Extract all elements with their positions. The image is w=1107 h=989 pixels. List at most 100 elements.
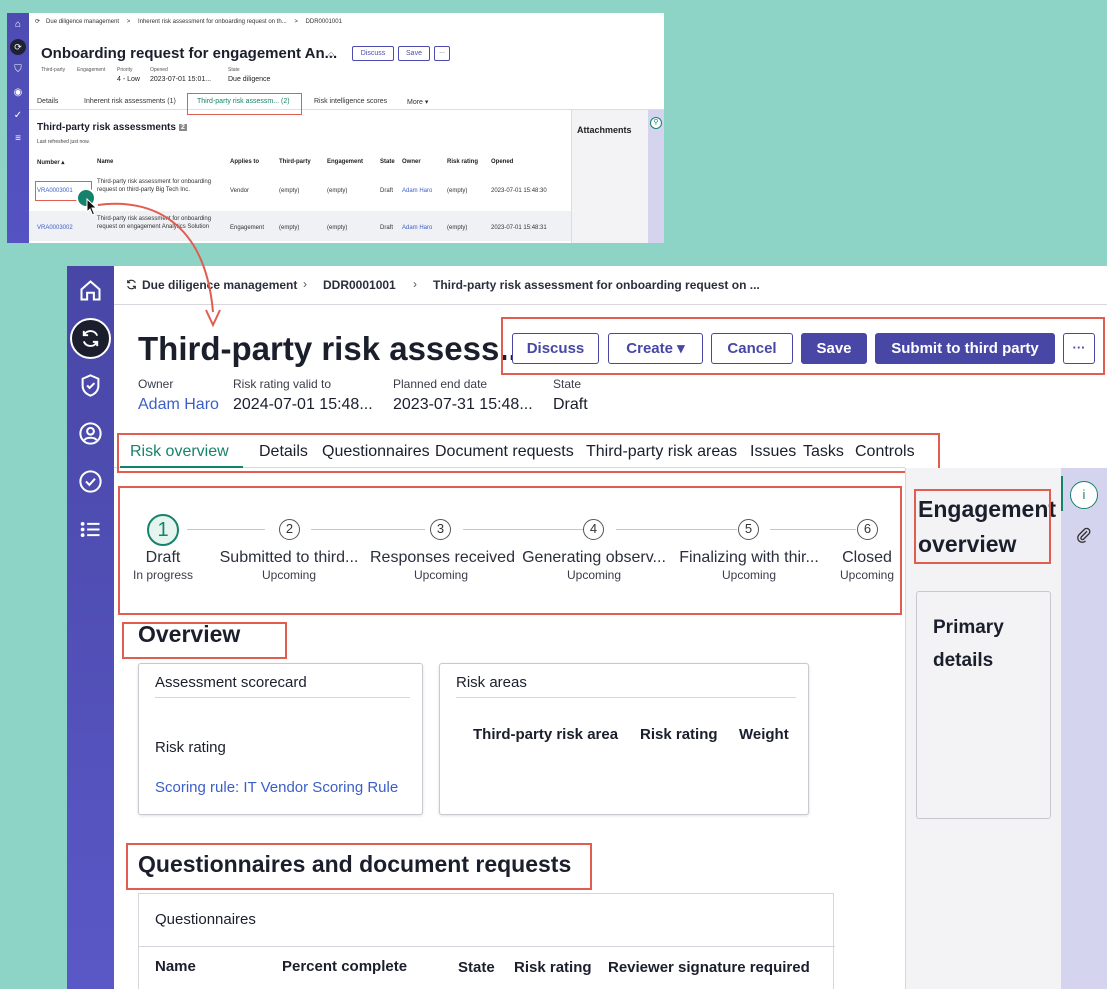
col-risk-rating[interactable]: Risk rating (514, 959, 592, 976)
home-icon[interactable]: ⌂ (7, 13, 29, 36)
small-field-state: State Due diligence (228, 67, 271, 83)
field-state: State Draft (553, 377, 588, 413)
col-state[interactable]: State (458, 959, 495, 976)
small-attachments-panel: Attachments (571, 110, 648, 243)
small-more-button[interactable]: ... (434, 46, 450, 61)
crumb-record[interactable]: DDR0001001 (323, 278, 396, 292)
col-name[interactable]: Name (155, 958, 196, 975)
small-refresh-text: Last refreshed just now. (37, 139, 90, 145)
row1-owner[interactable]: Adam Haro (402, 187, 432, 195)
chevron-right-icon: › (303, 277, 307, 291)
row1-applies: Vendor (230, 188, 250, 194)
info-icon[interactable]: i (1070, 481, 1098, 509)
highlight-overview (122, 622, 287, 659)
risk-areas-card: Risk areas Third-party risk area Risk ra… (439, 663, 809, 815)
highlight-stepper (118, 486, 902, 615)
col-percent-complete[interactable]: Percent complete (282, 958, 407, 975)
row2-owner[interactable]: Adam Haro (402, 224, 432, 232)
large-screenshot: Due diligence management › DDR0001001 › … (67, 266, 1107, 989)
right-rail: i (1061, 468, 1107, 989)
crumb-inherent[interactable]: Inherent risk assessment for onboarding … (138, 19, 287, 25)
col-name[interactable]: Name (97, 159, 113, 165)
col-opened[interactable]: Opened (491, 159, 513, 165)
row1-third-party: (empty) (279, 188, 300, 194)
small-tab-more[interactable]: More ▾ (407, 98, 428, 106)
card-divider (139, 946, 446, 947)
small-screenshot: ⌂ ⟳ ⛉ ◉ ✓ ≡ ⟳ Due diligence management > … (7, 13, 664, 243)
primary-details-title: Primary details (933, 617, 1004, 671)
col-applies[interactable]: Applies to (230, 159, 259, 165)
row1-state: Draft (380, 188, 394, 194)
check-icon[interactable]: ✓ (7, 104, 29, 127)
card-divider (456, 697, 796, 698)
users-icon[interactable]: ◉ (7, 81, 29, 104)
list-icon[interactable] (77, 516, 104, 543)
home-icon[interactable] (77, 277, 104, 304)
small-tab-risk-intel[interactable]: Risk intelligence scores (314, 98, 387, 105)
col-risk-rating[interactable]: Risk rating (640, 726, 718, 743)
col-number[interactable]: Number ▴ (37, 159, 64, 166)
col-state[interactable]: State (380, 159, 395, 165)
row2-state: Draft (380, 225, 394, 231)
crumb-due-diligence[interactable]: Due diligence management (46, 19, 119, 25)
small-nav-rail: ⌂ ⟳ ⛉ ◉ ✓ ≡ (7, 13, 29, 243)
col-owner[interactable]: Owner (402, 159, 421, 165)
count-badge: 2 (178, 123, 187, 131)
attachments-title: Attachments (577, 125, 632, 135)
row2-applies: Engagement (230, 225, 265, 231)
col-risk[interactable]: Risk rating (447, 159, 478, 165)
small-breadcrumb: ⟳ Due diligence management > Inherent ris… (35, 18, 348, 25)
small-field-opened: Opened 2023-07-01 15:01... (150, 67, 212, 83)
chevron-right-icon: › (413, 277, 417, 291)
sync-icon[interactable] (70, 318, 111, 359)
row1-name: Third-party risk assessment for onboardi… (97, 179, 212, 193)
small-tab-details[interactable]: Details (37, 98, 58, 105)
owner-link[interactable]: Adam Haro (138, 396, 219, 414)
small-highlight-tab (187, 93, 302, 115)
questionnaires-title: Questionnaires (155, 911, 256, 928)
crumb-current: Third-party risk assessment for onboardi… (433, 278, 760, 292)
field-risk-valid: Risk rating valid to 2024-07-01 15:48... (233, 377, 373, 413)
field-owner: Owner Adam Haro (138, 377, 219, 414)
row2-opened: 2023-07-01 15:48:31 (491, 225, 547, 231)
check-circle-icon[interactable] (77, 468, 104, 495)
scoring-rule-link[interactable]: Scoring rule: IT Vendor Scoring Rule (155, 779, 398, 796)
crumb-sep: > (126, 19, 131, 25)
user-circle-icon[interactable] (77, 420, 104, 447)
small-section-title: Third-party risk assessments 2 (37, 122, 187, 133)
shield-check-icon[interactable] (77, 372, 104, 399)
col-weight[interactable]: Weight (739, 726, 789, 743)
sync-icon[interactable]: ⟳ (10, 39, 26, 55)
questionnaires-card: Questionnaires Name Percent complete Sta… (138, 893, 835, 989)
cursor-icon (86, 198, 98, 216)
highlight-tabs (117, 433, 940, 473)
small-page-title: Onboarding request for engagement An... (41, 45, 338, 62)
highlight-panel-title (914, 489, 1051, 564)
paperclip-icon[interactable] (1075, 526, 1093, 544)
tag-icon[interactable]: ◇ (328, 50, 334, 59)
col-third-party[interactable]: Third-party (279, 159, 311, 165)
crumb-record[interactable]: DDR0001001 (306, 19, 342, 25)
list-icon[interactable]: ≡ (7, 127, 29, 150)
field-planned-end: Planned end date 2023-07-31 15:48... (393, 377, 533, 413)
row2-third-party: (empty) (279, 225, 300, 231)
crumb-due-diligence[interactable]: Due diligence management (142, 278, 297, 292)
scorecard-title: Assessment scorecard (155, 674, 307, 691)
shield-icon[interactable]: ⛉ (7, 58, 29, 81)
small-discuss-button[interactable]: Discuss (352, 46, 394, 61)
paperclip-icon[interactable]: ⚲ (650, 117, 662, 129)
small-tab-inherent[interactable]: Inherent risk assessments (1) (84, 98, 176, 105)
crumb-sep: > (294, 19, 298, 25)
row2-name: Third-party risk assessment for onboardi… (97, 216, 212, 230)
risk-areas-title: Risk areas (456, 674, 527, 691)
row2-risk: (empty) (447, 225, 468, 231)
col-third-party-risk-area[interactable]: Third-party risk area (473, 726, 618, 743)
small-save-button[interactable]: Save (398, 46, 430, 61)
col-reviewer-signature[interactable]: Reviewer signature required (608, 959, 810, 976)
primary-details-card: Primary details (916, 591, 1051, 819)
highlight-actions (501, 317, 1105, 375)
row2-number[interactable]: VRA0003002 (37, 224, 73, 232)
page-title: Third-party risk assess... (138, 330, 527, 367)
col-engagement[interactable]: Engagement (327, 159, 363, 165)
rail-active-indicator (1061, 476, 1063, 511)
